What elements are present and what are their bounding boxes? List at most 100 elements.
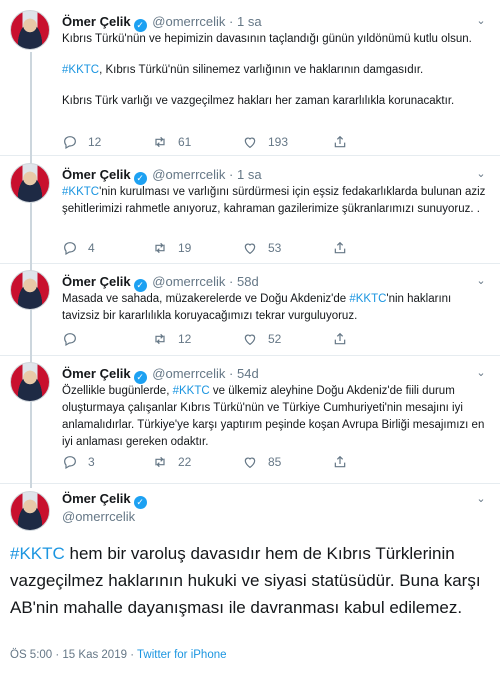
avatar[interactable] <box>10 362 50 402</box>
tweet-paragraph: Masada ve sahada, müzakerelerde ve Doğu … <box>62 291 490 325</box>
tweet-actions: 12 61 193 <box>62 133 422 151</box>
reply-count: 3 <box>88 455 95 469</box>
reply-button[interactable]: 4 <box>62 239 152 257</box>
text-segment: Masada ve sahada, müzakerelerde ve Doğu … <box>62 293 350 305</box>
author-handle[interactable]: @omerrcelik <box>149 274 229 289</box>
author-name[interactable]: Ömer Çelik <box>62 167 131 182</box>
share-button[interactable] <box>332 453 422 471</box>
main-text-body: hem bir varoluş davasıdır hem de Kıbrıs … <box>10 544 481 617</box>
separator-dot: · <box>229 366 237 381</box>
retweet-count: 61 <box>178 135 192 149</box>
like-count: 52 <box>268 332 282 346</box>
share-icon <box>332 454 358 470</box>
tweet-paragraph: Özellikle bugünlerde, #KKTC ve ülkemiz a… <box>62 383 490 451</box>
main-avatar[interactable] <box>10 491 50 531</box>
reply-button[interactable]: 3 <box>62 453 152 471</box>
text-segment: 'nin kurulması ve varlığını sürdürmesi i… <box>62 186 486 215</box>
chevron-down-icon[interactable]: ⌄ <box>474 492 488 506</box>
tweet-meta: ÖS 5:00 · 15 Kas 2019 · Twitter for iPho… <box>10 649 227 661</box>
tweet-timestamp[interactable]: ÖS 5:00 · 15 Kas 2019 · <box>10 649 137 661</box>
retweet-icon <box>152 454 178 470</box>
retweet-button[interactable]: 19 <box>152 239 242 257</box>
separator-dot: · <box>229 14 237 29</box>
share-icon <box>332 134 358 150</box>
author-handle[interactable]: @omerrcelik <box>149 167 229 182</box>
reply-button[interactable]: 12 <box>62 133 152 151</box>
reply-icon <box>62 134 88 150</box>
separator-dot: · <box>229 167 237 182</box>
tweet-text: Kıbrıs Türkü'nün ve hepimizin davasının … <box>62 31 490 110</box>
author-name[interactable]: Ömer Çelik <box>62 274 131 289</box>
main-author-name[interactable]: Ömer Çelik ✓ <box>62 491 149 509</box>
tweet-text: #KKTC'nin kurulması ve varlığını sürdürm… <box>62 184 490 218</box>
heart-icon <box>242 454 268 470</box>
author-handle[interactable]: @omerrcelik <box>149 14 229 29</box>
share-button[interactable] <box>332 133 422 151</box>
tweet-header: Ömer Çelik ✓ @omerrcelik · 58d <box>62 274 259 292</box>
share-icon <box>332 331 358 347</box>
like-button[interactable]: 53 <box>242 239 332 257</box>
reply-icon <box>62 240 88 256</box>
tweet-time[interactable]: 54d <box>237 366 259 381</box>
retweet-icon <box>152 240 178 256</box>
like-count: 85 <box>268 455 282 469</box>
share-button[interactable] <box>332 330 422 348</box>
tweet-source[interactable]: Twitter for iPhone <box>137 649 226 661</box>
chevron-down-icon[interactable]: ⌄ <box>474 274 488 288</box>
reply-icon <box>62 454 88 470</box>
like-button[interactable]: 193 <box>242 133 332 151</box>
reply-icon <box>62 331 88 347</box>
share-button[interactable] <box>332 239 422 257</box>
main-handle[interactable]: @omerrcelik <box>62 509 135 524</box>
retweet-count: 19 <box>178 241 192 255</box>
author-handle[interactable]: @omerrcelik <box>149 366 229 381</box>
reply-button[interactable] <box>62 330 152 348</box>
retweet-icon <box>152 134 178 150</box>
like-button[interactable]: 52 <box>242 330 332 348</box>
separator-dot: · <box>229 274 237 289</box>
tweet-actions: 3 22 85 <box>62 453 422 471</box>
tweet-time[interactable]: 58d <box>237 274 259 289</box>
avatar[interactable] <box>10 270 50 310</box>
text-segment: Özellikle bugünlerde, <box>62 385 173 397</box>
retweet-button[interactable]: 61 <box>152 133 242 151</box>
retweet-count: 12 <box>178 332 192 346</box>
reply-count: 12 <box>88 135 102 149</box>
retweet-icon <box>152 331 178 347</box>
like-count: 53 <box>268 241 282 255</box>
tweet-paragraph: #KKTC'nin kurulması ve varlığını sürdürm… <box>62 184 490 218</box>
share-icon <box>332 240 358 256</box>
tweet-paragraph: Kıbrıs Türkü'nün ve hepimizin davasının … <box>62 31 490 48</box>
tweet-header: Ömer Çelik ✓ @omerrcelik · 1 sa <box>62 167 262 185</box>
chevron-down-icon[interactable]: ⌄ <box>474 366 488 380</box>
hashtag-link[interactable]: #KKTC <box>62 64 99 76</box>
verified-icon: ✓ <box>133 496 147 509</box>
tweet-header: Ömer Çelik ✓ @omerrcelik · 54d <box>62 366 259 384</box>
tweet-paragraph: #KKTC, Kıbrıs Türkü'nün silinemez varlığ… <box>62 62 490 79</box>
text-segment: , Kıbrıs Türkü'nün silinemez varlığının … <box>99 64 424 76</box>
retweet-button[interactable]: 12 <box>152 330 242 348</box>
tweet-actions: 12 52 <box>62 330 422 348</box>
tweet-actions: 4 19 53 <box>62 239 422 257</box>
tweet-text: Özellikle bugünlerde, #KKTC ve ülkemiz a… <box>62 383 490 451</box>
like-button[interactable]: 85 <box>242 453 332 471</box>
tweet-paragraph: Kıbrıs Türk varlığı ve vazgeçilmez hakla… <box>62 93 490 110</box>
tweet-text: Masada ve sahada, müzakerelerde ve Doğu … <box>62 291 490 325</box>
chevron-down-icon[interactable]: ⌄ <box>474 167 488 181</box>
hashtag-link[interactable]: #KKTC <box>10 544 65 563</box>
tweet-time[interactable]: 1 sa <box>237 14 262 29</box>
tweet-header: Ömer Çelik ✓ @omerrcelik · 1 sa <box>62 14 262 32</box>
thread-connector <box>30 52 32 156</box>
avatar[interactable] <box>10 163 50 203</box>
reply-count: 4 <box>88 241 95 255</box>
avatar[interactable] <box>10 10 50 50</box>
hashtag-link[interactable]: #KKTC <box>349 293 386 305</box>
text-segment: Kıbrıs Türkü'nün ve hepimizin davasının … <box>62 33 472 45</box>
tweet-time[interactable]: 1 sa <box>237 167 262 182</box>
author-name[interactable]: Ömer Çelik <box>62 366 131 381</box>
chevron-down-icon[interactable]: ⌄ <box>474 14 488 28</box>
author-name[interactable]: Ömer Çelik <box>62 14 131 29</box>
hashtag-link[interactable]: #KKTC <box>62 186 99 198</box>
retweet-button[interactable]: 22 <box>152 453 242 471</box>
hashtag-link[interactable]: #KKTC <box>173 385 210 397</box>
